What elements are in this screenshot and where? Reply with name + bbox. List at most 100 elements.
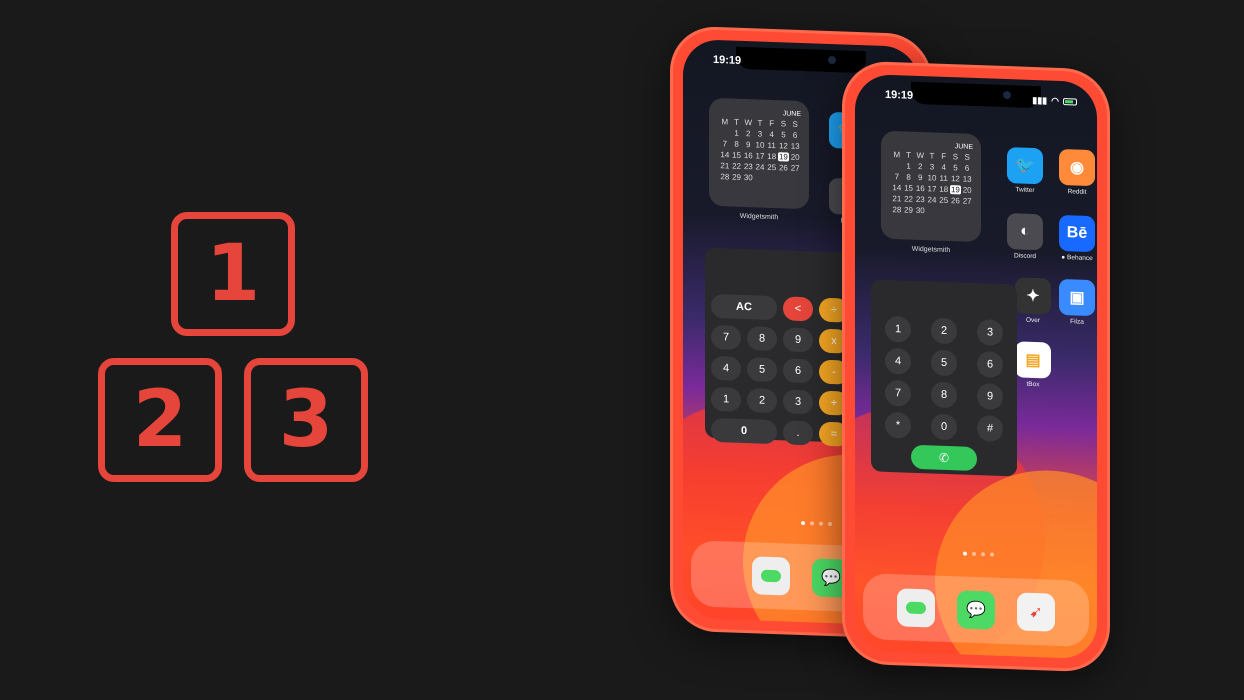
calendar-day: 26 <box>950 196 960 206</box>
calendar-day: 5 <box>781 130 786 140</box>
calendar-day: 14 <box>892 183 902 193</box>
calendar-day: 3 <box>929 162 935 172</box>
calculator-key[interactable]: 6 <box>783 358 813 384</box>
call-button[interactable]: ✆ <box>911 444 977 472</box>
dialer-row: * 0 # <box>885 411 1003 442</box>
dialer-key[interactable]: 8 <box>931 381 957 409</box>
calendar-weekday: W <box>744 118 753 128</box>
battery-icon <box>1063 97 1077 106</box>
calendar-day: 23 <box>915 194 925 205</box>
calculator-widget: AC < ÷ 7 8 9 x 4 5 6-1 2 3 +0. = <box>705 247 855 447</box>
calendar-day: 18 <box>767 151 777 162</box>
messages-icon[interactable]: 💬 <box>957 590 995 630</box>
calculator-key[interactable]: AC <box>711 293 777 321</box>
status-time: 19:19 <box>713 53 742 67</box>
calendar-day: 15 <box>732 150 742 160</box>
dialer-key[interactable]: * <box>885 411 911 439</box>
calendar-day: 25 <box>767 162 777 173</box>
calendar-widget[interactable]: JUNE M T W T F S S 1 2 3 4 5 6 7 8 9 10 11 12 13 14 15 16 17 18 1… <box>709 97 809 210</box>
calendar-day: 24 <box>927 195 937 205</box>
calendar-day: 12 <box>950 174 960 184</box>
app-item[interactable]: Bē ● Behance <box>1059 214 1095 263</box>
calendar-day: 20 <box>962 185 972 195</box>
calculator-key[interactable]: . <box>783 420 813 446</box>
calendar-day: 25 <box>939 195 949 206</box>
calendar-day: 30 <box>915 205 925 216</box>
calendar-weekday: S <box>952 152 959 162</box>
app-logo: 1 2 3 <box>98 212 378 492</box>
calculator-row: AC < ÷ <box>711 293 849 323</box>
app-item[interactable]: ▤ tBox <box>1015 341 1051 388</box>
app-item[interactable]: 🐦 Twitter <box>1007 147 1043 194</box>
status-icons: ▮▮▮ ◠ <box>1032 94 1077 107</box>
calendar-day: 24 <box>755 162 765 172</box>
calendar-today: 19 <box>777 152 790 162</box>
dialer-key[interactable]: 2 <box>931 317 957 345</box>
calendar-day: 21 <box>892 194 902 204</box>
dialer-key[interactable]: 0 <box>931 413 957 441</box>
dialer-key[interactable]: 1 <box>885 315 911 343</box>
dialer-key[interactable]: 5 <box>931 349 957 377</box>
calendar-weekday: S <box>964 152 970 162</box>
calendar-day: 16 <box>743 151 753 161</box>
app-item[interactable]: ◉ Reddit <box>1059 148 1095 196</box>
calculator-key[interactable]: 3 <box>783 389 813 415</box>
calendar-today: 19 <box>949 185 962 195</box>
compass-icon[interactable]: ➹ <box>1017 592 1055 632</box>
app-label: ● Behance <box>1061 253 1093 263</box>
calendar-day <box>778 174 790 183</box>
calculator-key[interactable]: 8 <box>747 326 777 352</box>
app-label: Twitter <box>1015 186 1035 195</box>
calendar-day: 11 <box>767 140 776 151</box>
dialer-key[interactable]: # <box>977 415 1003 442</box>
calculator-key[interactable]: 7 <box>711 324 741 350</box>
dialer-row: 789 <box>885 379 1003 410</box>
calendar-day <box>926 206 938 215</box>
calculator-key[interactable]: 5 <box>747 357 777 383</box>
calendar-day: 14 <box>720 150 730 160</box>
calendar-day <box>938 207 950 216</box>
dialer-key[interactable]: 6 <box>977 351 1003 378</box>
toggle-app-icon[interactable] <box>752 556 790 596</box>
status-time: 19:19 <box>885 88 914 102</box>
calendar-weekday: T <box>929 151 935 161</box>
calendar-day <box>891 161 903 170</box>
calendar-day: 8 <box>906 172 911 182</box>
calculator-key[interactable]: 0 <box>711 417 777 445</box>
calendar-day: 1 <box>906 161 911 171</box>
app-icon: ◉ <box>1059 148 1095 187</box>
calendar-day: 18 <box>939 184 949 195</box>
dialer-key[interactable]: 7 <box>885 379 911 407</box>
calculator-key[interactable]: 2 <box>747 388 777 414</box>
calendar-day: 27 <box>790 163 800 173</box>
wifi-icon: ◠ <box>1051 95 1059 106</box>
widget-label: Widgetsmith <box>911 245 951 255</box>
calendar-widget[interactable]: JUNE M T W T F S S 1 2 3 4 5 6 7 8 9 10 11 12 13 14 15 16 17 18 1… <box>881 130 981 243</box>
app-item[interactable]: ▣ Filza <box>1059 278 1095 326</box>
dialer-row: 123 <box>885 315 1003 346</box>
calendar-day: 22 <box>904 194 914 204</box>
app-item[interactable]: ◐ Discord <box>1007 213 1043 260</box>
calendar-day <box>961 207 973 216</box>
calculator-key[interactable]: 1 <box>711 386 741 412</box>
calendar-day: 17 <box>927 184 937 194</box>
dialer-key[interactable]: 3 <box>977 319 1003 346</box>
calendar-weekday: T <box>906 150 911 160</box>
dialer-key[interactable]: 4 <box>885 347 911 375</box>
signal-icon: ▮▮▮ <box>1032 94 1048 105</box>
app-icon: ▤ <box>1015 341 1051 379</box>
calculator-key[interactable]: 4 <box>711 355 741 381</box>
calendar-weekday: M <box>721 117 729 127</box>
calculator-key[interactable]: 9 <box>783 327 813 353</box>
calendar-weekday: S <box>792 119 798 129</box>
dialer-key[interactable]: 9 <box>977 383 1003 410</box>
calendar-day: 4 <box>769 129 774 140</box>
calendar-day: 16 <box>915 183 925 194</box>
logo-block-3: 3 <box>244 358 368 482</box>
app-label: Filza <box>1070 318 1084 326</box>
calendar-day: 20 <box>790 152 800 162</box>
toggle-app-icon[interactable] <box>897 588 935 628</box>
calculator-row: 789x <box>711 324 849 354</box>
app-item[interactable]: ✦ Over <box>1015 277 1051 324</box>
calculator-key[interactable]: < <box>783 296 813 322</box>
